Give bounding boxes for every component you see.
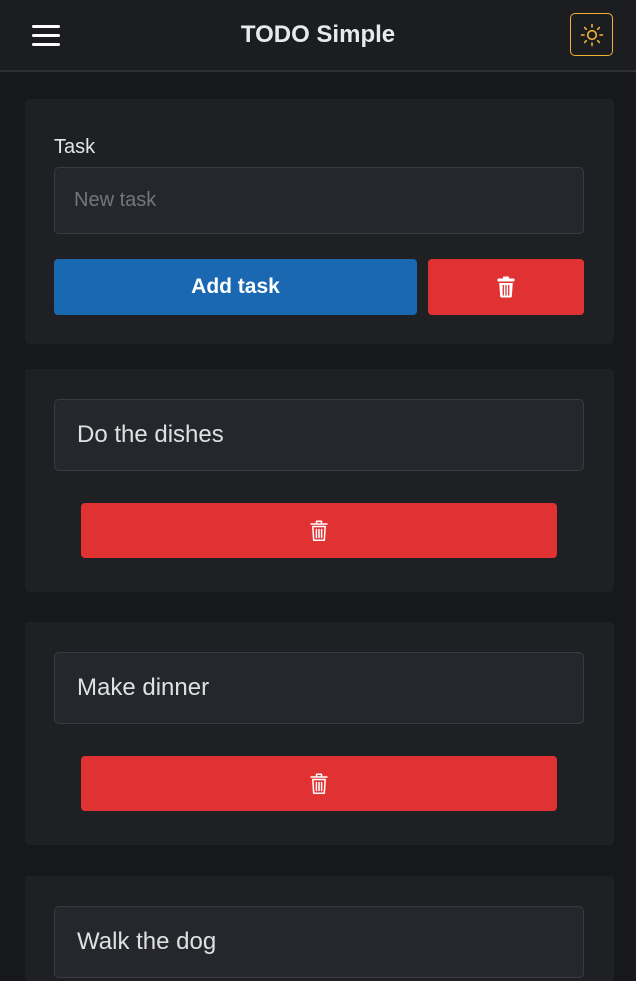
task-card: Make dinner <box>25 622 614 845</box>
delete-task-button[interactable] <box>81 503 557 558</box>
clear-tasks-button[interactable] <box>428 259 584 315</box>
trash-outline-icon <box>310 520 328 541</box>
new-task-card: Task Add task <box>25 99 614 344</box>
task-card: Walk the dog <box>25 876 614 981</box>
task-field-label: Task <box>54 136 96 158</box>
delete-task-button[interactable] <box>81 756 557 811</box>
task-card: Do the dishes <box>25 369 614 592</box>
task-text[interactable]: Make dinner <box>54 652 584 724</box>
task-text[interactable]: Do the dishes <box>54 399 584 471</box>
task-text[interactable]: Walk the dog <box>54 906 584 978</box>
sun-icon <box>580 23 603 46</box>
trash-outline-icon <box>310 773 328 794</box>
theme-toggle-button[interactable] <box>570 13 613 56</box>
new-task-input[interactable] <box>54 167 584 234</box>
add-task-button[interactable]: Add task <box>54 259 417 315</box>
app-header: TODO Simple <box>0 0 636 72</box>
trash-icon <box>497 276 515 298</box>
app-title: TODO Simple <box>240 21 396 48</box>
